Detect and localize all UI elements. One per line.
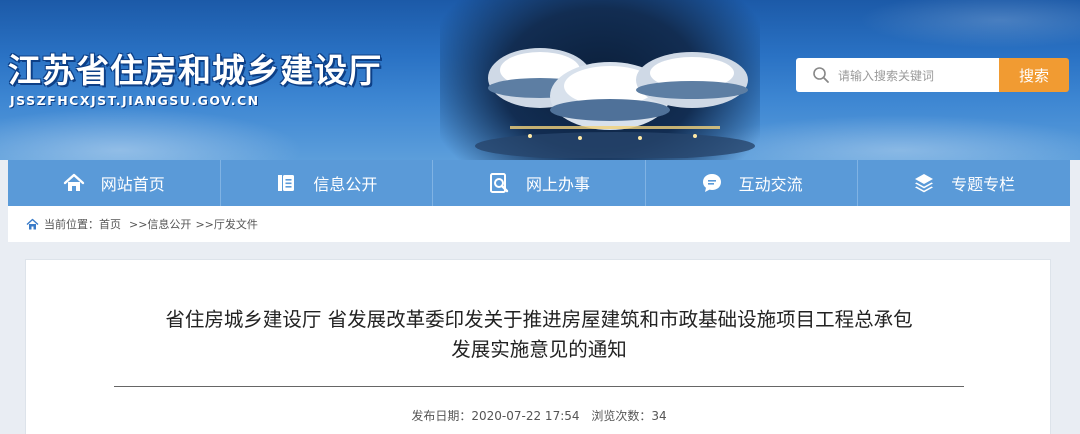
site-url: JSSZFHCXJST.JIANGSU.GOV.CN: [10, 93, 260, 108]
nav-item-home[interactable]: 网站首页: [8, 160, 221, 206]
search-placeholder: 请输入搜索关键词: [838, 68, 935, 83]
article-title-line-2: 发展实施意见的通知: [451, 338, 627, 361]
nav-item-label: 互动交流: [738, 175, 803, 194]
view-count-group: 浏览次数：34: [591, 409, 666, 423]
home-icon: [63, 173, 84, 191]
breadcrumb-item-info-public[interactable]: >>信息公开: [129, 216, 191, 232]
document-icon: [278, 175, 295, 191]
nav-item-label: 信息公开: [313, 175, 378, 194]
nav-item-label: 网上办事: [525, 175, 590, 194]
breadcrumb-prefix: 当前位置：: [44, 218, 99, 231]
chat-icon: [702, 174, 721, 192]
search-icon: [813, 67, 829, 83]
nav-item-online-services[interactable]: 网上办事: [433, 160, 646, 206]
search-document-icon: [489, 173, 509, 193]
nav-item-label: 网站首页: [100, 175, 165, 194]
layers-icon: [915, 174, 934, 193]
nav-item-label: 专题专栏: [951, 175, 1016, 194]
article-panel: 省住房城乡建设厅 省发展改革委印发关于推进房屋建筑和市政基础设施项目工程总承包 …: [25, 259, 1051, 434]
search-input[interactable]: 请输入搜索关键词: [796, 58, 1000, 92]
site-title[interactable]: 江苏省住房和城乡建设厅: [8, 44, 382, 92]
publish-date-group: 发布日期：2020-07-22 17:54: [411, 409, 579, 423]
publish-date-value: 2020-07-22 17:54: [471, 409, 580, 423]
view-count-label: 浏览次数：: [591, 409, 652, 423]
title-divider: [114, 386, 964, 387]
view-count-value: 34: [651, 409, 667, 423]
breadcrumb: 当前位置： 首页 >>信息公开 >>厅发文件: [8, 206, 1070, 242]
article-title: 省住房城乡建设厅 省发展改革委印发关于推进房屋建筑和市政基础设施项目工程总承包 …: [26, 305, 1052, 365]
article-title-line-1: 省住房城乡建设厅 省发展改革委印发关于推进房屋建筑和市政基础设施项目工程总承包: [165, 308, 913, 331]
nav-item-interaction[interactable]: 互动交流: [646, 160, 859, 206]
nav-item-special-topics[interactable]: 专题专栏: [858, 160, 1070, 206]
publish-date-label: 发布日期：: [411, 409, 472, 423]
stadium-illustration: [475, 48, 755, 158]
breadcrumb-item-department-docs[interactable]: >>厅发文件: [195, 216, 257, 232]
main-nav: 网站首页 信息公开 网上办事 互动交流 专题专栏: [8, 160, 1070, 206]
header-banner: 江苏省住房和城乡建设厅 JSSZFHCXJST.JIANGSU.GOV.CN 请…: [0, 0, 1080, 160]
nav-item-info-public[interactable]: 信息公开: [221, 160, 434, 206]
search-button[interactable]: 搜索: [999, 58, 1069, 92]
breadcrumb-home-icon: [26, 218, 39, 229]
article-meta: 发布日期：2020-07-22 17:54 浏览次数：34: [26, 407, 1052, 424]
breadcrumb-item-home[interactable]: 首页: [99, 216, 121, 232]
